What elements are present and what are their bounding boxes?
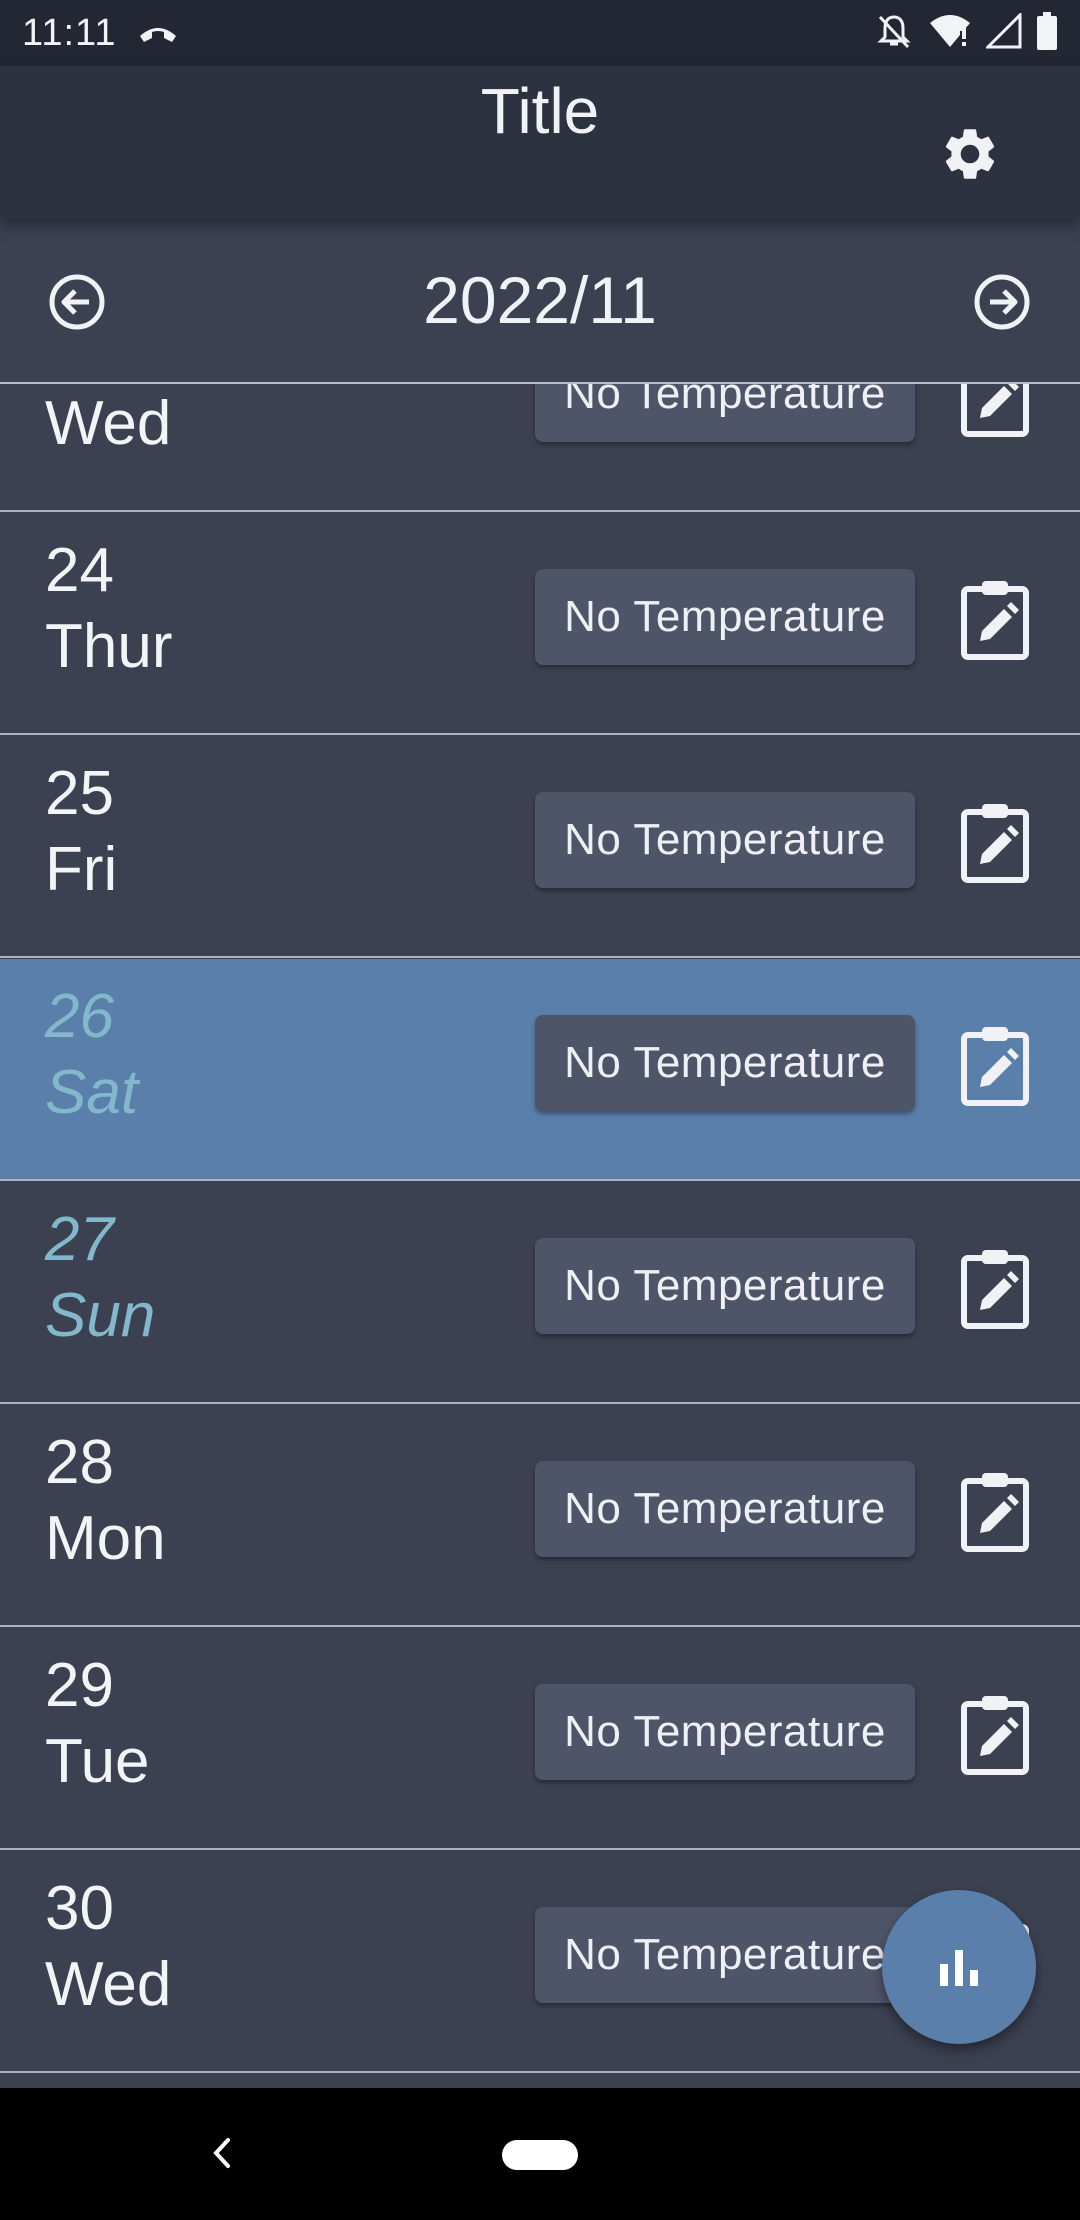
chart-fab-button[interactable]: [882, 1890, 1036, 2044]
clipboard-edit-icon: [961, 384, 1029, 437]
day-row[interactable]: 29 Tue No Temperature: [0, 1628, 1080, 1850]
system-home-button[interactable]: [502, 2140, 578, 2170]
status-time: 11:11: [22, 11, 117, 54]
day-row[interactable]: 24 Thur No Temperature: [0, 513, 1080, 735]
day-number: 24: [45, 536, 114, 605]
edit-record-button[interactable]: [958, 384, 1032, 438]
temperature-button[interactable]: No Temperature: [535, 1238, 915, 1334]
bar-chart-icon: [940, 1950, 978, 1986]
temperature-button[interactable]: No Temperature: [535, 1015, 915, 1111]
day-row[interactable]: 26 Sat No Temperature: [0, 959, 1080, 1181]
day-name: Sun: [45, 1281, 156, 1350]
edit-record-button[interactable]: [958, 1469, 1032, 1553]
arrow-left-circle-icon: [49, 274, 105, 330]
next-month-button[interactable]: [968, 268, 1036, 336]
clipboard-edit-icon: [961, 581, 1029, 660]
edit-record-button[interactable]: [958, 1692, 1032, 1776]
cell-signal-icon: [984, 10, 1022, 54]
edit-record-button[interactable]: [958, 800, 1032, 884]
day-name: Sat: [45, 1058, 139, 1127]
temperature-button[interactable]: No Temperature: [535, 569, 915, 665]
notifications-off-icon: [874, 11, 914, 56]
temperature-button[interactable]: No Temperature: [535, 384, 915, 442]
day-name: Wed: [45, 389, 172, 458]
day-name: Fri: [45, 835, 118, 904]
settings-button[interactable]: [930, 114, 1010, 194]
system-nav-bar: [0, 2088, 1080, 2220]
arrow-right-circle-icon: [974, 274, 1030, 330]
day-name: Wed: [45, 1950, 172, 2019]
day-number: 28: [45, 1428, 114, 1497]
wifi-icon: [928, 13, 972, 54]
day-number: 29: [45, 1651, 114, 1720]
day-number: 27: [45, 1205, 114, 1274]
status-icons: [874, 10, 1058, 56]
clipboard-edit-icon: [961, 804, 1029, 883]
app-bar: Title: [0, 66, 1080, 218]
day-row[interactable]: 25 Fri No Temperature: [0, 736, 1080, 958]
edit-record-button[interactable]: [958, 1246, 1032, 1330]
month-label: 2022/11: [423, 263, 657, 337]
day-row[interactable]: 28 Mon No Temperature: [0, 1405, 1080, 1627]
day-number: 30: [45, 1874, 114, 1943]
clipboard-edit-icon: [961, 1027, 1029, 1106]
clipboard-edit-icon: [961, 1250, 1029, 1329]
day-name: Thur: [45, 612, 173, 681]
clipboard-edit-icon: [961, 1473, 1029, 1552]
gear-icon: [945, 129, 995, 179]
day-number: 26: [45, 982, 114, 1051]
day-row[interactable]: 23WedNo Temperature: [0, 384, 1080, 512]
day-list[interactable]: 23WedNo Temperature24ThurNo Temperature2…: [0, 384, 1080, 2088]
previous-month-button[interactable]: [43, 268, 111, 336]
temperature-button[interactable]: No Temperature: [535, 1684, 915, 1780]
day-name: Mon: [45, 1504, 166, 1573]
month-navigator: 2022/11: [0, 218, 1080, 384]
chevron-left-icon: [213, 2138, 230, 2168]
temperature-button[interactable]: No Temperature: [535, 792, 915, 888]
clipboard-edit-icon: [961, 1696, 1029, 1775]
status-bar: 11:11: [0, 0, 1080, 66]
day-name: Tue: [45, 1727, 150, 1796]
voicemail-icon: [136, 13, 180, 53]
edit-record-button[interactable]: [958, 577, 1032, 661]
day-row[interactable]: 27 Sun No Temperature: [0, 1182, 1080, 1404]
page-title: Title: [480, 75, 600, 147]
temperature-button[interactable]: No Temperature: [535, 1907, 915, 2003]
battery-icon: [1036, 11, 1058, 55]
day-number: 25: [45, 759, 114, 828]
system-back-button[interactable]: [200, 2128, 244, 2178]
edit-record-button[interactable]: [958, 1023, 1032, 1107]
temperature-button[interactable]: No Temperature: [535, 1461, 915, 1557]
